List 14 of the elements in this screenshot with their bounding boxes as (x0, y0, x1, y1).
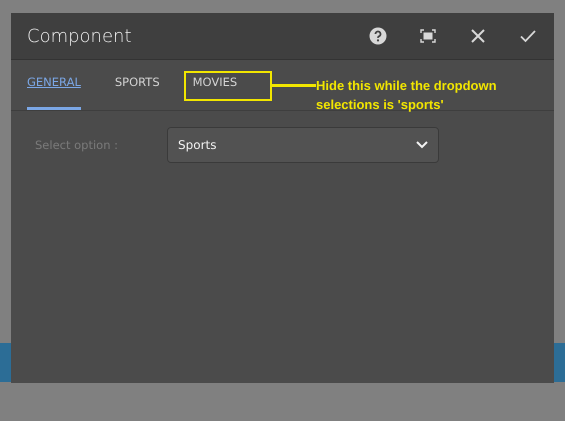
tab[interactable]: SPORTS (114, 60, 160, 110)
fullscreen-icon (420, 29, 436, 43)
help-icon (369, 27, 387, 45)
background-bar (0, 343, 11, 382)
chevron-down-icon (416, 141, 428, 149)
tab[interactable]: MOVIES (192, 60, 238, 110)
close-icon (470, 28, 486, 44)
dialog-title: Component (27, 26, 133, 46)
tab[interactable]: GENERAL (27, 60, 81, 110)
leader-line (272, 84, 316, 87)
background-bar (554, 343, 565, 382)
annotation-note: Hide this while the dropdown selections is 'sports' (316, 77, 498, 114)
option-dropdown[interactable]: Sports (167, 127, 439, 163)
check-icon (520, 29, 536, 43)
